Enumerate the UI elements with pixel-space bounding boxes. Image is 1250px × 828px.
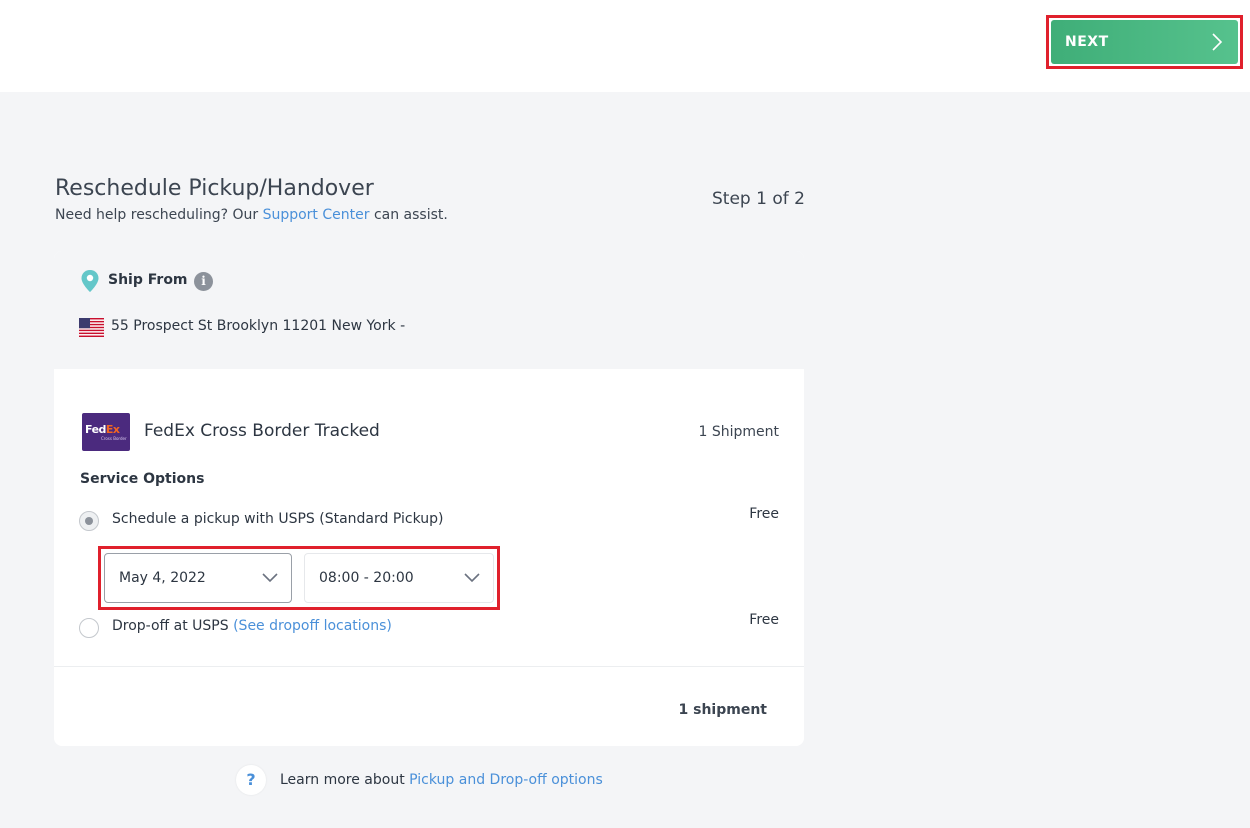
ship-from-address: 55 Prospect St Brooklyn 11201 New York - [111,318,406,334]
carrier-name: FedEx Cross Border Tracked [144,421,380,441]
next-button[interactable]: NEXT [1051,20,1238,64]
us-flag-icon [79,318,104,337]
service-options-heading: Service Options [80,471,205,487]
divider [54,666,804,667]
top-bar: NEXT [0,0,1250,92]
shipment-count: 1 Shipment [698,424,779,440]
chevron-down-icon [262,573,278,583]
next-button-label: NEXT [1065,34,1109,50]
help-text: Need help rescheduling? Our Support Cent… [55,207,448,223]
support-center-link[interactable]: Support Center [263,207,370,223]
pickup-card: Ship From i 55 Prospect St Brooklyn 1120… [54,251,804,746]
pickup-date-value: May 4, 2022 [119,570,206,586]
pickup-price: Free [749,506,779,522]
dropoff-price: Free [749,612,779,628]
location-pin-icon [81,270,99,292]
dropoff-locations-link[interactable]: (See dropoff locations) [233,618,392,634]
ship-from-section: Ship From i 55 Prospect St Brooklyn 1120… [54,251,804,369]
fedex-logo: FedEx Cross Border [82,413,130,451]
learn-more-text: Learn more about Pickup and Drop-off opt… [280,772,603,788]
info-icon[interactable]: i [194,272,213,291]
pickup-option-label[interactable]: Schedule a pickup with USPS (Standard Pi… [112,511,443,527]
page-title: Reschedule Pickup/Handover [55,176,374,201]
dropoff-option-label: Drop-off at USPS (See dropoff locations) [112,618,392,634]
pickup-dropoff-options-link[interactable]: Pickup and Drop-off options [409,772,603,788]
dropoff-radio[interactable] [79,618,99,638]
question-icon: ? [236,765,266,795]
footer-shipment-count: 1 shipment [678,702,767,718]
step-indicator: Step 1 of 2 [712,189,805,209]
pickup-radio[interactable] [79,511,99,531]
pickup-time-select[interactable]: 08:00 - 20:00 [304,553,494,603]
chevron-down-icon [464,573,480,583]
pickup-date-select[interactable]: May 4, 2022 [104,553,292,603]
pickup-time-value: 08:00 - 20:00 [319,570,414,586]
ship-from-label: Ship From [108,272,188,288]
chevron-right-icon [1212,33,1223,51]
